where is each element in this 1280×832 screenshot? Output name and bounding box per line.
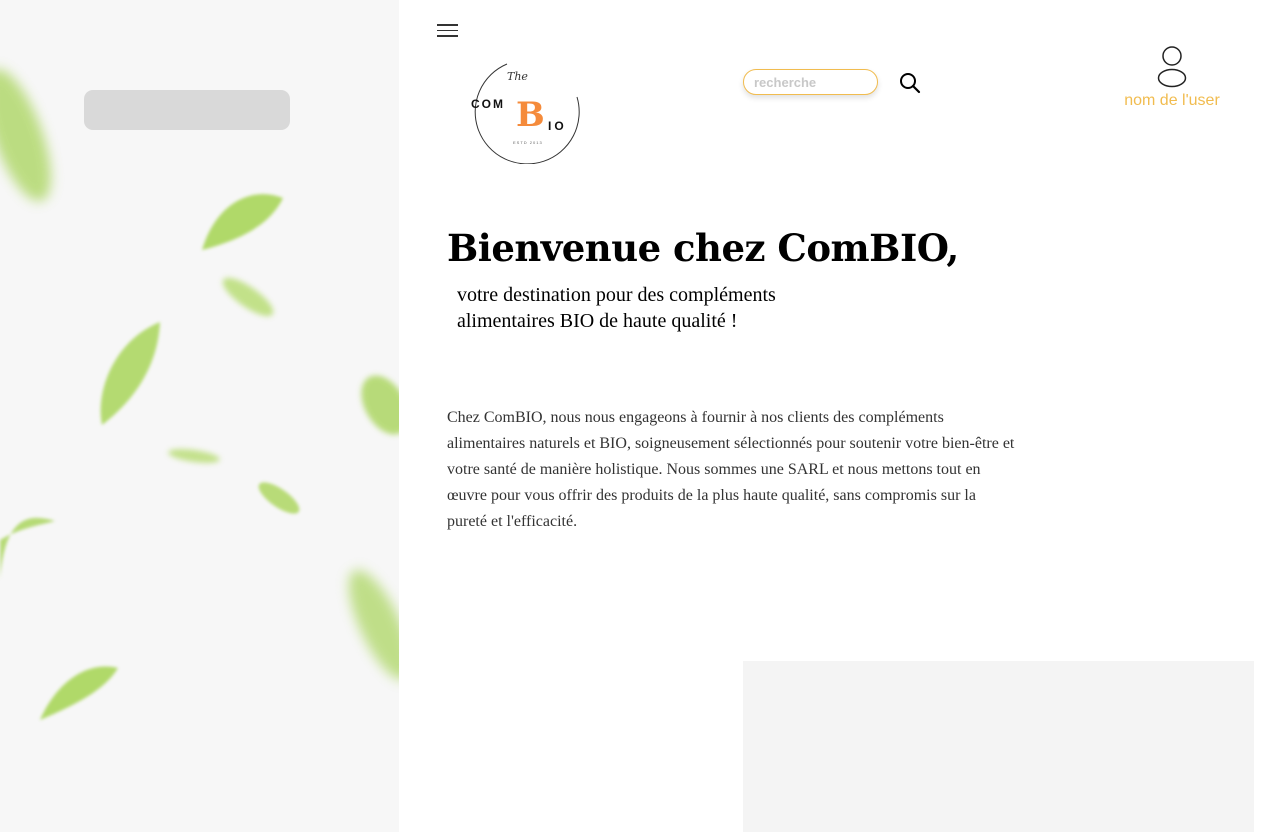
page-title: Bienvenue chez ComBIO, (447, 226, 959, 270)
intro-paragraph: Chez ComBIO, nous nous engageons à fourn… (447, 409, 1015, 530)
content-placeholder-box (743, 661, 1254, 832)
subtitle-line-1: votre destination pour des compléments (457, 284, 776, 306)
user-icon (1157, 46, 1187, 88)
logo-top-text: The (507, 70, 528, 83)
search-icon[interactable] (898, 71, 922, 95)
logo-left-text: COM (471, 97, 505, 111)
hamburger-menu-icon[interactable] (437, 24, 458, 40)
sidebar-placeholder-bar (84, 90, 290, 130)
page-subtitle: votre destination pour des compléments a… (457, 282, 877, 334)
user-name-label: nom de l'user (1124, 92, 1220, 109)
subtitle-line-2: alimentaires BIO de haute qualité ! (457, 310, 738, 332)
search-bar (743, 69, 878, 95)
logo-est-text: ESTD 2013 (513, 140, 543, 145)
search-input[interactable] (743, 69, 878, 95)
logo-emblem: The COM B IO ESTD 2013 (471, 63, 580, 165)
logo-center-letter: B (516, 95, 545, 135)
decorative-leaf-panel (0, 0, 399, 832)
logo-right-text: IO (548, 119, 567, 133)
user-profile-button[interactable]: nom de l'user (1115, 45, 1229, 110)
combio-logo[interactable]: The COM B IO ESTD 2013 (467, 52, 582, 165)
